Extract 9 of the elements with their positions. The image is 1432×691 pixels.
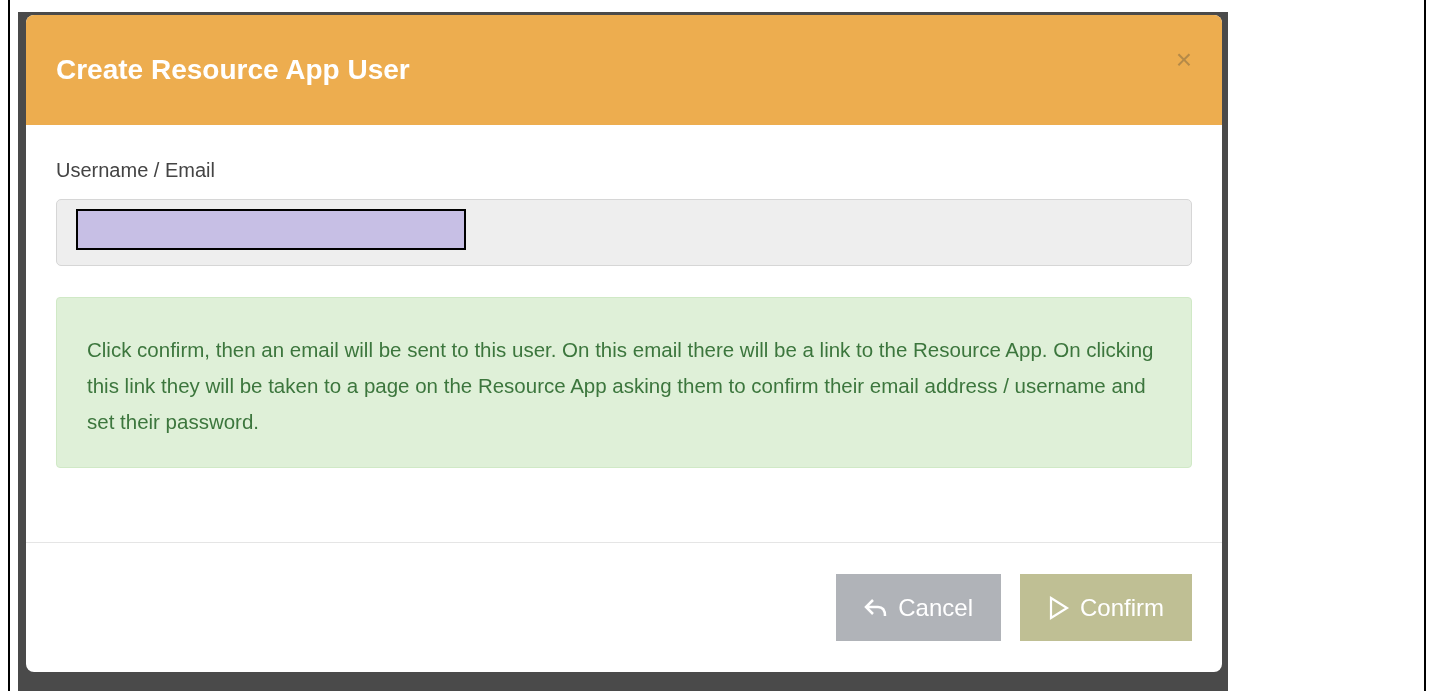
username-field[interactable] <box>56 199 1192 266</box>
reply-icon <box>864 596 889 619</box>
close-button[interactable]: × <box>1175 44 1192 76</box>
info-alert: Click confirm, then an email will be sent to this user. On this email there will be a link to the Resource App. On clicking this link they will be taken to a page on the Resource App asking them to confirm their email address / username and set their password. <box>56 297 1192 468</box>
dialog-title: Create Resource App User <box>56 54 410 86</box>
play-icon <box>1048 594 1070 621</box>
confirm-button[interactable]: Confirm <box>1020 574 1192 641</box>
field-label: Username / Email <box>56 159 216 182</box>
cancel-button[interactable]: Cancel <box>836 574 1001 641</box>
